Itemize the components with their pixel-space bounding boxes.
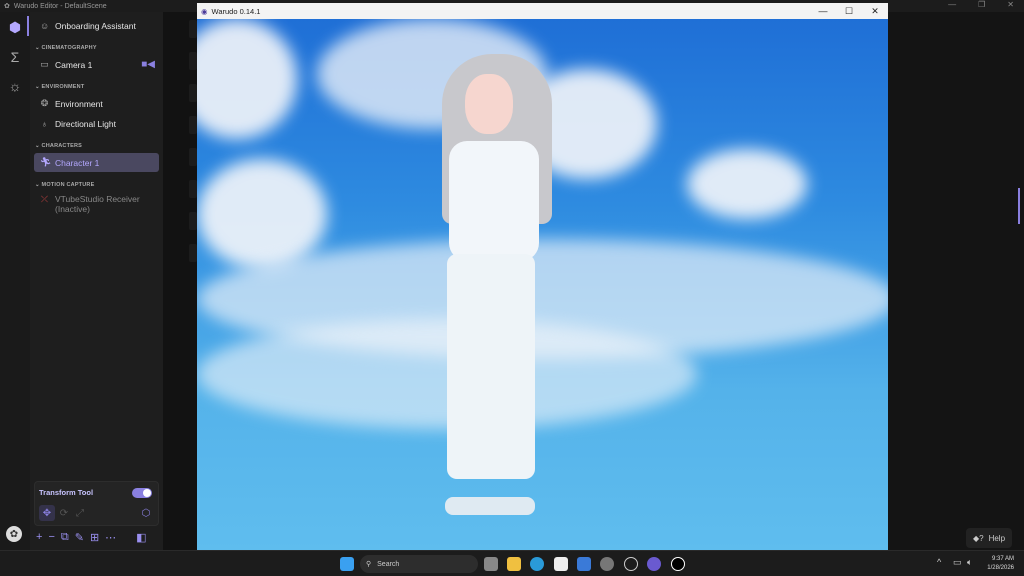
warudo-logo-icon: ✿	[4, 2, 10, 10]
viewport-maximize-button[interactable]: ☐	[836, 3, 862, 19]
lightbulb-icon[interactable]: ☼	[6, 77, 24, 95]
active-camera-icon[interactable]: ■◀	[141, 59, 155, 70]
paw-app-icon[interactable]	[671, 557, 685, 571]
panel-toolbar: +−⧉ ✎ ⊞ ⋯ ◧	[36, 531, 147, 544]
volume-icon[interactable]: 🔈︎	[967, 557, 972, 568]
side-rail: ⬢ Σ ☼ ✿	[0, 12, 30, 550]
tray-chevron-icon[interactable]: ^	[937, 557, 941, 567]
add-icon[interactable]: +	[36, 531, 42, 544]
vtubestudio-receiver-item[interactable]: ⤫VTubeStudio Receiver(Inactive)	[34, 194, 159, 218]
cube-icon[interactable]: ⬢	[6, 18, 24, 36]
more-icon[interactable]: ⋯	[105, 531, 116, 544]
transform-tool-label: Transform Tool	[39, 488, 93, 497]
viewport-window: ◉ Warudo 0.14.1 —☐✕	[197, 3, 888, 550]
bulb-icon: ♁	[40, 119, 49, 129]
edit-icon[interactable]: ✎	[75, 531, 84, 544]
disconnected-icon: ⤫	[40, 194, 49, 204]
network-icon[interactable]: ▭	[953, 557, 962, 568]
close-button[interactable]: ✕	[1007, 0, 1014, 9]
taskbar-search[interactable]: ⚲Search	[360, 555, 478, 573]
rotate-icon[interactable]: ⟳	[56, 505, 72, 521]
cube-outline-icon[interactable]: ⬡	[138, 505, 154, 521]
help-icon: ◆?	[973, 534, 984, 543]
task-view-icon[interactable]	[484, 557, 498, 571]
editor-title: Warudo Editor - DefaultScene	[14, 3, 107, 10]
warudo-app-icon: ◉	[201, 7, 208, 16]
minimize-button[interactable]: —	[948, 0, 956, 9]
viewport-minimize-button[interactable]: —	[810, 3, 836, 19]
scrollbar[interactable]	[1018, 188, 1020, 224]
clock[interactable]: 9:37 AM1/28/2026	[987, 555, 1014, 573]
file-explorer-icon[interactable]	[507, 557, 521, 571]
mail-icon[interactable]	[577, 557, 591, 571]
active-indicator	[27, 16, 29, 36]
section-motion-capture[interactable]: ⌄ MOTION CAPTURE	[35, 182, 94, 188]
store-icon[interactable]	[554, 557, 568, 571]
windows-start-icon[interactable]	[340, 557, 354, 571]
move-icon[interactable]: ✥	[39, 505, 55, 521]
section-characters[interactable]: ⌄ CHARACTERS	[35, 143, 82, 149]
search-icon: ⚲	[366, 560, 371, 568]
transform-tool-toggle[interactable]	[132, 488, 152, 498]
add-grid-icon[interactable]: ⊞	[90, 531, 99, 544]
taskbar: ⚲Search ^ ▭ 🔈︎ 9:37 AM1/28/2026	[0, 550, 1024, 576]
3d-viewport[interactable]	[197, 19, 888, 550]
camera-item[interactable]: ▭Camera 1■◀	[34, 55, 159, 74]
scale-icon[interactable]: ⤢	[72, 505, 88, 521]
running-figure-icon: 🏃︎	[40, 157, 49, 168]
sigma-icon[interactable]: Σ	[6, 48, 24, 66]
app-icon[interactable]	[600, 557, 614, 571]
section-cinematography[interactable]: ⌄ CINEMATOGRAPHY	[35, 45, 97, 51]
environment-item[interactable]: ❂Environment	[34, 94, 159, 113]
robot-icon: ☺	[40, 21, 49, 31]
maximize-button[interactable]: ❐	[978, 0, 985, 9]
paw-icon[interactable]: ✿	[6, 526, 22, 542]
viewport-title: Warudo 0.14.1	[212, 7, 261, 16]
remove-icon[interactable]: −	[48, 531, 54, 544]
camera-icon: ▭	[40, 59, 49, 70]
character-item[interactable]: 🏃︎Character 1	[34, 153, 159, 172]
help-button[interactable]: ◆?Help	[966, 528, 1012, 548]
obs-icon[interactable]	[624, 557, 638, 571]
warudo-taskbar-icon[interactable]	[647, 557, 661, 571]
directional-light-item[interactable]: ♁Directional Light	[34, 114, 159, 133]
scene-panel: ☺Onboarding Assistant ⌄ CINEMATOGRAPHY ▭…	[30, 12, 163, 550]
edge-icon[interactable]	[530, 557, 544, 571]
section-environment[interactable]: ⌄ ENVIRONMENT	[35, 84, 84, 90]
environment-icon: ❂	[40, 98, 49, 109]
onboarding-assistant-item[interactable]: ☺Onboarding Assistant	[34, 16, 159, 35]
viewport-title-bar: ◉ Warudo 0.14.1 —☐✕	[197, 3, 888, 19]
panel-toggle-icon[interactable]: ◧	[136, 531, 146, 544]
transform-tool-panel: Transform Tool ✥ ⟳ ⤢ ⬡	[34, 481, 159, 526]
inspector-strip	[163, 12, 197, 550]
duplicate-icon[interactable]: ⧉	[61, 531, 69, 544]
viewport-close-button[interactable]: ✕	[862, 3, 888, 19]
